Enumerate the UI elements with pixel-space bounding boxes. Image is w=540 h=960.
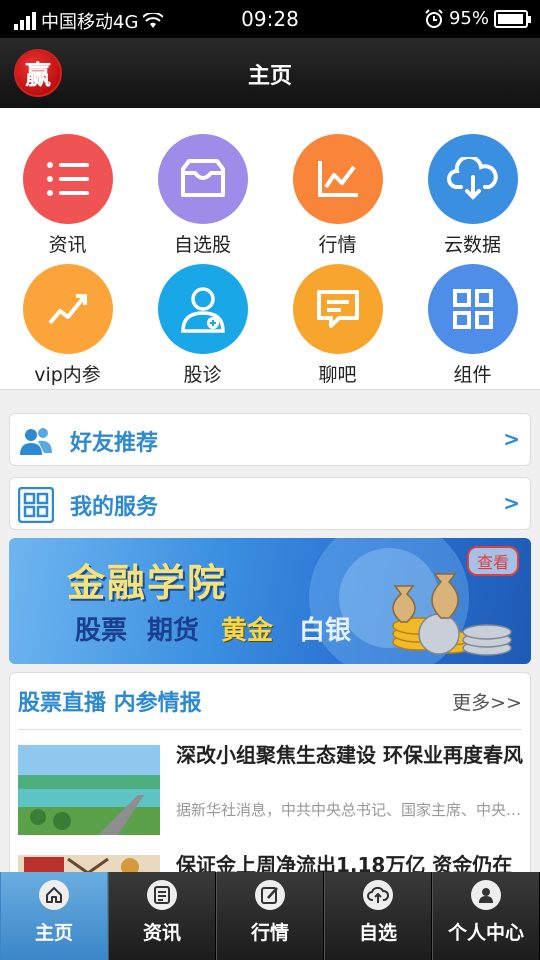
tab-label: 资讯 [142,922,181,944]
grid-item-widgets[interactable]: 组件 [405,264,540,387]
document-icon [147,880,177,910]
banner-word-stocks: 股票 [75,616,128,646]
grid-item-news[interactable]: 资讯 [0,134,135,257]
edit-chart-icon [255,880,285,910]
function-grid: 资讯 自选股 行情 云数据 vip内参 股诊 聊吧 组件 [0,108,540,390]
news-section: 股票直播 内参情报 更多>> 深改小组聚焦生态建设 环保业再度春风 据新华社消息… [9,672,531,892]
bottom-tab-bar: 主页 资讯 行情 自选 个人中心 [0,872,540,960]
inbox-icon [157,134,248,224]
chevron-right-icon: > [503,491,520,515]
tab-profile[interactable]: 个人中心 [432,872,540,960]
divider [18,729,522,730]
finance-academy-banner[interactable]: 金融学院 股票 期货 黄金 白银 查看 [9,538,531,664]
grid-item-vip[interactable]: vip内参 [0,264,135,387]
grid-label: 股诊 [183,364,222,386]
banner-title: 金融学院 [67,560,228,605]
grid-item-cloud-data[interactable]: 云数据 [405,134,540,257]
grid-label: 自选股 [173,234,231,256]
status-bar: 中国移动4G 09:28 95% [0,0,540,38]
tab-label: 主页 [34,922,73,944]
cloud-icon [363,880,393,910]
banner-word-silver: 白银 [299,616,352,646]
tab-watchlist[interactable]: 自选 [324,872,432,960]
news-title: 深改小组聚焦生态建设 环保业再度春风 [176,743,523,767]
title-bar: 赢 主页 [0,38,540,108]
grid-item-market[interactable]: 行情 [270,134,405,257]
widget-icon [427,264,518,354]
view-button[interactable]: 查看 [466,546,519,576]
grid-label: 组件 [453,364,492,386]
tab-news[interactable]: 资讯 [108,872,216,960]
battery-icon [494,9,531,28]
battery-percent: 95% [448,8,489,29]
line-chart-icon [292,134,383,224]
tab-label: 自选 [358,922,397,944]
tab-label: 个人中心 [447,922,524,944]
chat-icon [292,264,383,354]
doctor-icon [157,264,248,354]
friend-recommend-row[interactable]: 好友推荐 > [9,413,531,466]
status-right: 95% [424,8,531,29]
tab-label: 行情 [250,922,289,944]
grid-item-chat[interactable]: 聊吧 [270,264,405,387]
grid-label: vip内参 [34,364,101,386]
home-icon [39,880,69,910]
news-heading: 股票直播 内参情报 [18,691,202,716]
list-icon [22,134,113,224]
grid-label: 行情 [318,234,357,256]
cloud-download-icon [427,134,518,224]
tab-market[interactable]: 行情 [216,872,324,960]
row-label: 好友推荐 [70,431,159,456]
friends-icon [18,423,54,459]
tab-home[interactable]: 主页 [0,872,108,960]
services-grid-icon [17,486,55,524]
page-title: 主页 [247,64,292,89]
user-icon [471,880,501,910]
banner-word-futures: 期货 [147,616,200,646]
row-label: 我的服务 [70,495,159,520]
alarm-icon [425,8,443,28]
news-item[interactable]: 深改小组聚焦生态建设 环保业再度春风 据新华社消息，中共中央总书记、国家主席、中… [18,743,524,837]
grid-item-watchlist[interactable]: 自选股 [135,134,270,257]
grid-label: 资讯 [48,234,87,256]
trend-icon [22,264,113,354]
chevron-right-icon: > [503,427,520,451]
battery-fill [498,13,523,24]
my-services-row[interactable]: 我的服务 > [9,477,531,530]
banner-word-gold: 黄金 [221,616,274,646]
grid-label: 聊吧 [318,364,357,386]
grid-item-diagnosis[interactable]: 股诊 [135,264,270,387]
grid-label: 云数据 [443,234,501,256]
news-summary: 据新华社消息，中共中央总书记、国家主席、中央军委主席 [176,801,524,819]
more-link[interactable]: 更多>> [452,688,522,715]
news-thumbnail [18,745,160,835]
